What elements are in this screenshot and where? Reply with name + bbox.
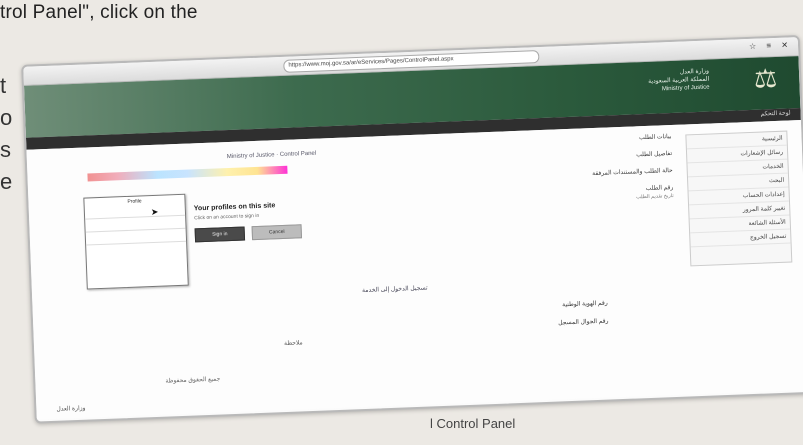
browser-menu-icons[interactable]: ☆ ≡ ✕	[749, 40, 792, 51]
banner-text: وزارة العدل المملكة العربية السعودية Min…	[648, 68, 710, 94]
footer-mid: جميع الحقوق محفوظة	[165, 376, 221, 385]
main-line[interactable]: حالة الطلب والمستندات المرفقة	[423, 167, 673, 184]
lower-row: رقم الهوية الوطنية	[562, 300, 608, 309]
main-line: بيانات الطلب	[638, 134, 672, 142]
main-column: بيانات الطلب تفاصيل الطلب حالة الطلب وال…	[421, 133, 674, 219]
document-caption-top: trol Panel", click on the	[0, 2, 198, 23]
page-content: Ministry of Justice · Control Panel Prof…	[26, 120, 803, 420]
color-strip	[87, 165, 288, 182]
nav-item-control-panel[interactable]: لوحة التحكم	[760, 109, 791, 117]
mid-link[interactable]: تسجيل الدخول إلى الخدمة	[362, 284, 428, 294]
top-link[interactable]: Ministry of Justice · Control Panel	[227, 151, 317, 160]
lower-row: رقم الجوال المسجل	[558, 318, 609, 327]
main-line: تفاصيل الطلب	[636, 150, 673, 159]
footer-left: وزارة العدل	[56, 405, 86, 413]
mouse-cursor-icon: ➤	[150, 206, 159, 218]
dialog-row[interactable]	[85, 228, 187, 246]
profile-prompt-subtitle: Click on an account to sign in	[194, 212, 260, 222]
lower-note: ملاحظة	[283, 340, 303, 348]
ministry-logo-icon: ⚖	[753, 62, 778, 94]
cancel-button[interactable]: Cancel	[251, 224, 303, 241]
profile-prompt-title: Your profiles on this site	[193, 202, 276, 213]
screenshot-photo: https://www.moj.gov.sa/ar/eServices/Page…	[11, 25, 803, 445]
sign-in-button[interactable]: Sign in	[194, 226, 246, 243]
sidebar-item[interactable]: تسجيل الخروج	[690, 229, 791, 248]
sidebar: الرئيسية رسائل الإشعارات الخدمات البحث إ…	[685, 130, 793, 267]
document-caption-bottom: l Control Panel	[430, 416, 516, 431]
browser-window: https://www.moj.gov.sa/ar/eServices/Page…	[21, 35, 803, 424]
profile-dialog: Profile	[83, 193, 189, 290]
